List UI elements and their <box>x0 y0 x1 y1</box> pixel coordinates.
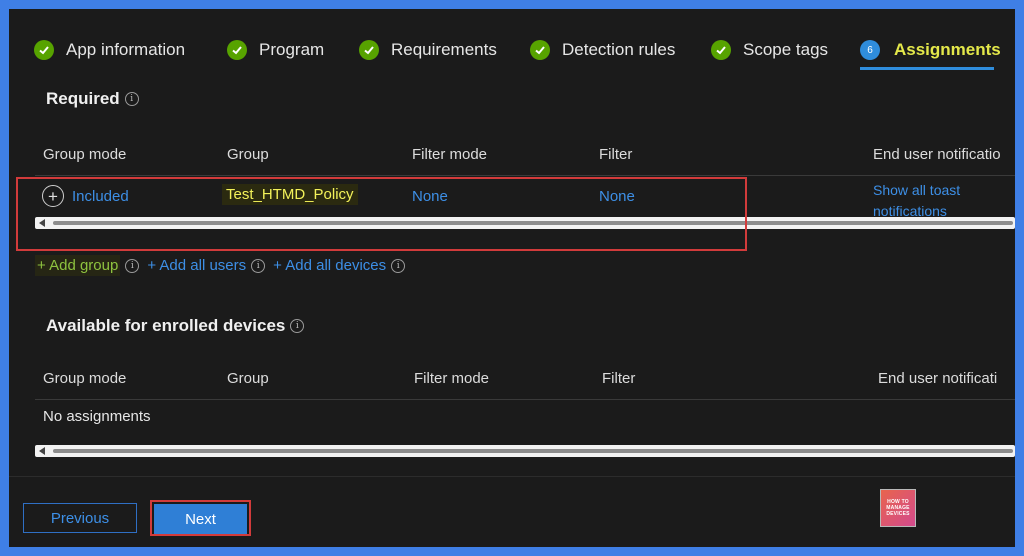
step-label: Assignments <box>894 40 1001 59</box>
step-program[interactable]: Program <box>227 37 324 63</box>
check-icon <box>711 40 731 60</box>
add-group-link[interactable]: + Add group <box>35 255 121 276</box>
required-title-text: Required <box>46 89 120 108</box>
header-divider <box>35 175 1015 176</box>
available-horizontal-scrollbar[interactable] <box>35 445 1015 457</box>
check-icon <box>530 40 550 60</box>
step-label: App information <box>66 40 186 59</box>
info-icon[interactable]: i <box>124 92 139 106</box>
step-detection-rules[interactable]: Detection rules <box>530 37 675 63</box>
step-label: Detection rules <box>562 40 676 59</box>
col-filter-mode: Filter mode <box>412 146 488 163</box>
notification-line1: Show all toast <box>873 182 961 198</box>
required-section-title: Required i <box>46 89 139 109</box>
active-step-underline <box>860 67 994 70</box>
available-title-text: Available for enrolled devices <box>46 316 286 335</box>
info-icon[interactable]: i <box>125 258 140 273</box>
col-group-mode: Group mode <box>43 146 127 163</box>
col-filter: Filter <box>599 146 633 163</box>
col-group-mode: Group mode <box>43 370 127 387</box>
scroll-thumb[interactable] <box>53 449 1013 453</box>
col-end-user-notification: End user notificatio <box>873 146 1001 163</box>
app-frame: App information Program Requirements Det… <box>9 9 1015 547</box>
highlight-box-required-row <box>16 177 747 251</box>
footer-divider <box>9 476 1015 477</box>
how-to-manage-devices-logo: HOW TO MANAGE DEVICES <box>880 489 916 527</box>
col-filter-mode: Filter mode <box>414 370 490 387</box>
add-all-users-link[interactable]: + Add all users <box>147 257 246 274</box>
step-number-badge: 6 <box>860 40 880 60</box>
step-label: Scope tags <box>743 40 829 59</box>
info-icon[interactable]: i <box>391 258 406 273</box>
step-app-information[interactable]: App information <box>34 37 185 63</box>
header-divider <box>35 399 1015 400</box>
available-section-title: Available for enrolled devices i <box>46 316 305 336</box>
previous-button[interactable]: Previous <box>23 503 137 533</box>
check-icon <box>34 40 54 60</box>
add-all-devices-link[interactable]: + Add all devices <box>273 257 386 274</box>
info-icon[interactable]: i <box>251 258 266 273</box>
step-scope-tags[interactable]: Scope tags <box>711 37 828 63</box>
col-group: Group <box>227 370 269 387</box>
check-icon <box>227 40 247 60</box>
info-icon[interactable]: i <box>290 319 305 333</box>
scroll-left-icon[interactable] <box>39 447 45 455</box>
step-assignments[interactable]: 6 Assignments <box>860 37 1001 63</box>
col-group: Group <box>227 146 269 163</box>
step-label: Requirements <box>391 40 497 59</box>
check-icon <box>359 40 379 60</box>
next-button[interactable]: Next <box>154 504 247 534</box>
step-requirements[interactable]: Requirements <box>359 37 497 63</box>
step-label: Program <box>259 40 325 59</box>
assignment-actions: + Add group i + Add all users i + Add al… <box>35 255 406 276</box>
wizard-steps: App information Program Requirements Det… <box>9 9 1015 89</box>
col-end-user-notification: End user notificati <box>878 370 998 387</box>
notification-link[interactable]: Show all toast notifications <box>873 180 960 222</box>
col-filter: Filter <box>602 370 636 387</box>
logo-line3: DEVICES <box>886 511 910 517</box>
no-assignments-text: No assignments <box>43 408 151 425</box>
